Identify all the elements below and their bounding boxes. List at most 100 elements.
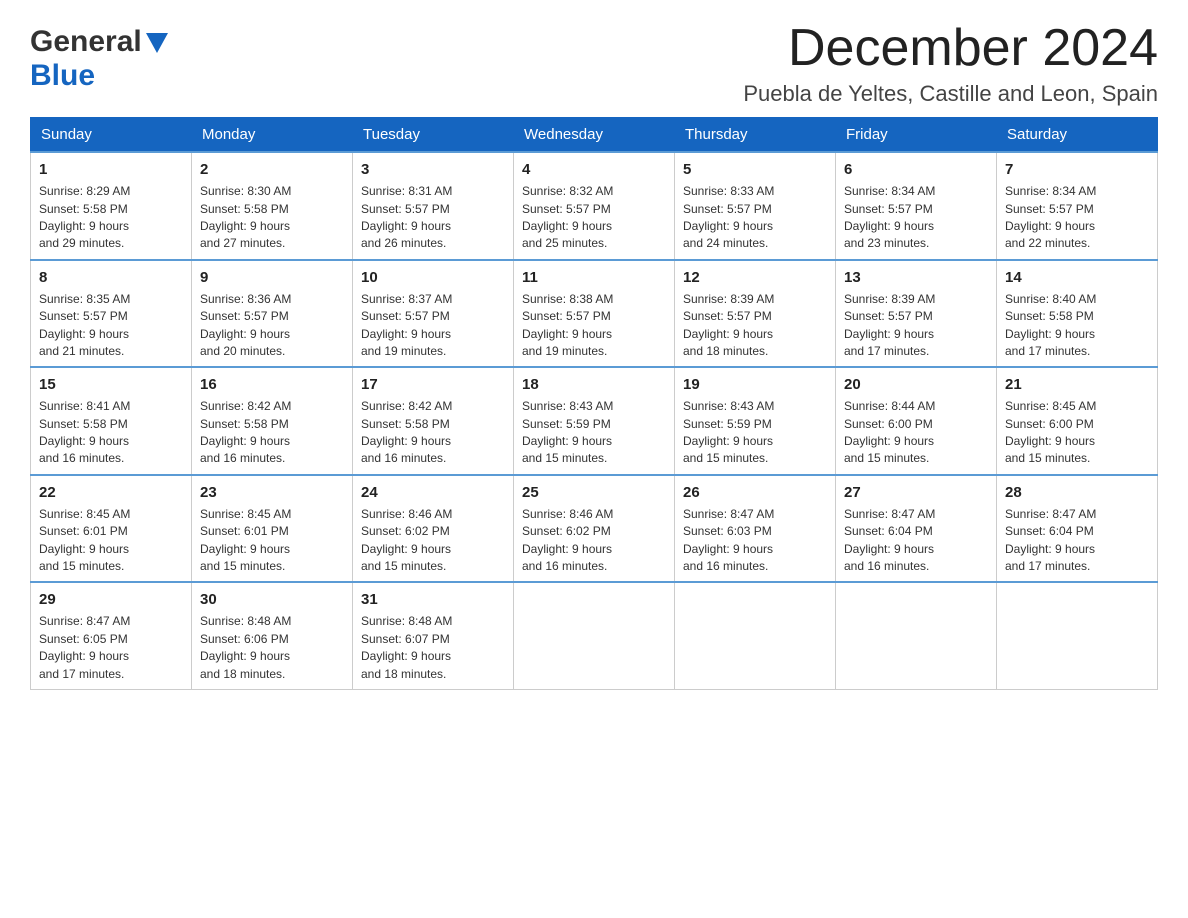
calendar-cell [836, 582, 997, 689]
day-number: 13 [844, 267, 988, 288]
calendar-cell: 24 Sunrise: 8:46 AM Sunset: 6:02 PM Dayl… [353, 475, 514, 583]
day-info: Sunrise: 8:46 AM Sunset: 6:02 PM Dayligh… [361, 506, 505, 576]
day-info: Sunrise: 8:37 AM Sunset: 5:57 PM Dayligh… [361, 291, 505, 361]
calendar-cell: 4 Sunrise: 8:32 AM Sunset: 5:57 PM Dayli… [514, 152, 675, 260]
day-number: 6 [844, 159, 988, 180]
day-info: Sunrise: 8:35 AM Sunset: 5:57 PM Dayligh… [39, 291, 183, 361]
day-info: Sunrise: 8:42 AM Sunset: 5:58 PM Dayligh… [361, 398, 505, 468]
day-number: 17 [361, 374, 505, 395]
day-number: 28 [1005, 482, 1149, 503]
calendar-cell: 27 Sunrise: 8:47 AM Sunset: 6:04 PM Dayl… [836, 475, 997, 583]
weekday-header-saturday: Saturday [997, 118, 1158, 153]
day-info: Sunrise: 8:39 AM Sunset: 5:57 PM Dayligh… [844, 291, 988, 361]
calendar-cell: 28 Sunrise: 8:47 AM Sunset: 6:04 PM Dayl… [997, 475, 1158, 583]
day-number: 22 [39, 482, 183, 503]
day-info: Sunrise: 8:43 AM Sunset: 5:59 PM Dayligh… [683, 398, 827, 468]
day-number: 2 [200, 159, 344, 180]
day-info: Sunrise: 8:48 AM Sunset: 6:06 PM Dayligh… [200, 613, 344, 683]
location-subtitle: Puebla de Yeltes, Castille and Leon, Spa… [743, 81, 1158, 107]
day-info: Sunrise: 8:40 AM Sunset: 5:58 PM Dayligh… [1005, 291, 1149, 361]
calendar-cell [514, 582, 675, 689]
day-info: Sunrise: 8:30 AM Sunset: 5:58 PM Dayligh… [200, 183, 344, 253]
calendar-cell: 2 Sunrise: 8:30 AM Sunset: 5:58 PM Dayli… [192, 152, 353, 260]
calendar-cell: 16 Sunrise: 8:42 AM Sunset: 5:58 PM Dayl… [192, 367, 353, 475]
day-info: Sunrise: 8:47 AM Sunset: 6:05 PM Dayligh… [39, 613, 183, 683]
day-info: Sunrise: 8:45 AM Sunset: 6:01 PM Dayligh… [39, 506, 183, 576]
calendar-cell: 19 Sunrise: 8:43 AM Sunset: 5:59 PM Dayl… [675, 367, 836, 475]
calendar-week-row: 29 Sunrise: 8:47 AM Sunset: 6:05 PM Dayl… [31, 582, 1158, 689]
calendar-cell: 1 Sunrise: 8:29 AM Sunset: 5:58 PM Dayli… [31, 152, 192, 260]
logo-general-row: General [30, 25, 168, 59]
weekday-header-tuesday: Tuesday [353, 118, 514, 153]
day-info: Sunrise: 8:42 AM Sunset: 5:58 PM Dayligh… [200, 398, 344, 468]
day-number: 11 [522, 267, 666, 288]
day-info: Sunrise: 8:46 AM Sunset: 6:02 PM Dayligh… [522, 506, 666, 576]
calendar-cell [997, 582, 1158, 689]
calendar-cell: 17 Sunrise: 8:42 AM Sunset: 5:58 PM Dayl… [353, 367, 514, 475]
day-number: 24 [361, 482, 505, 503]
day-info: Sunrise: 8:38 AM Sunset: 5:57 PM Dayligh… [522, 291, 666, 361]
logo-blue-text: Blue [30, 59, 95, 92]
calendar-cell: 26 Sunrise: 8:47 AM Sunset: 6:03 PM Dayl… [675, 475, 836, 583]
day-info: Sunrise: 8:34 AM Sunset: 5:57 PM Dayligh… [1005, 183, 1149, 253]
calendar-cell: 10 Sunrise: 8:37 AM Sunset: 5:57 PM Dayl… [353, 260, 514, 368]
day-info: Sunrise: 8:29 AM Sunset: 5:58 PM Dayligh… [39, 183, 183, 253]
calendar-cell: 5 Sunrise: 8:33 AM Sunset: 5:57 PM Dayli… [675, 152, 836, 260]
page-header: General Blue December 2024 Puebla de Yel… [30, 20, 1158, 107]
day-number: 30 [200, 589, 344, 610]
day-number: 31 [361, 589, 505, 610]
weekday-header-row: SundayMondayTuesdayWednesdayThursdayFrid… [31, 118, 1158, 153]
day-info: Sunrise: 8:34 AM Sunset: 5:57 PM Dayligh… [844, 183, 988, 253]
day-number: 1 [39, 159, 183, 180]
day-number: 20 [844, 374, 988, 395]
calendar-cell: 13 Sunrise: 8:39 AM Sunset: 5:57 PM Dayl… [836, 260, 997, 368]
day-number: 3 [361, 159, 505, 180]
day-number: 5 [683, 159, 827, 180]
calendar-week-row: 8 Sunrise: 8:35 AM Sunset: 5:57 PM Dayli… [31, 260, 1158, 368]
day-number: 19 [683, 374, 827, 395]
day-number: 10 [361, 267, 505, 288]
day-info: Sunrise: 8:33 AM Sunset: 5:57 PM Dayligh… [683, 183, 827, 253]
calendar-cell: 12 Sunrise: 8:39 AM Sunset: 5:57 PM Dayl… [675, 260, 836, 368]
day-info: Sunrise: 8:47 AM Sunset: 6:04 PM Dayligh… [844, 506, 988, 576]
calendar-table: SundayMondayTuesdayWednesdayThursdayFrid… [30, 117, 1158, 690]
day-number: 26 [683, 482, 827, 503]
day-number: 18 [522, 374, 666, 395]
logo-blue-row: Blue [30, 59, 95, 93]
day-info: Sunrise: 8:41 AM Sunset: 5:58 PM Dayligh… [39, 398, 183, 468]
logo-general-text: General [30, 25, 142, 59]
calendar-cell: 21 Sunrise: 8:45 AM Sunset: 6:00 PM Dayl… [997, 367, 1158, 475]
weekday-header-wednesday: Wednesday [514, 118, 675, 153]
calendar-cell: 20 Sunrise: 8:44 AM Sunset: 6:00 PM Dayl… [836, 367, 997, 475]
day-info: Sunrise: 8:39 AM Sunset: 5:57 PM Dayligh… [683, 291, 827, 361]
calendar-cell: 3 Sunrise: 8:31 AM Sunset: 5:57 PM Dayli… [353, 152, 514, 260]
weekday-header-thursday: Thursday [675, 118, 836, 153]
calendar-week-row: 15 Sunrise: 8:41 AM Sunset: 5:58 PM Dayl… [31, 367, 1158, 475]
day-info: Sunrise: 8:36 AM Sunset: 5:57 PM Dayligh… [200, 291, 344, 361]
day-number: 8 [39, 267, 183, 288]
day-info: Sunrise: 8:44 AM Sunset: 6:00 PM Dayligh… [844, 398, 988, 468]
day-number: 7 [1005, 159, 1149, 180]
logo: General Blue [30, 20, 168, 93]
month-title: December 2024 [743, 20, 1158, 77]
day-number: 23 [200, 482, 344, 503]
day-number: 15 [39, 374, 183, 395]
day-info: Sunrise: 8:32 AM Sunset: 5:57 PM Dayligh… [522, 183, 666, 253]
calendar-cell [675, 582, 836, 689]
calendar-cell: 6 Sunrise: 8:34 AM Sunset: 5:57 PM Dayli… [836, 152, 997, 260]
day-number: 21 [1005, 374, 1149, 395]
calendar-week-row: 1 Sunrise: 8:29 AM Sunset: 5:58 PM Dayli… [31, 152, 1158, 260]
day-info: Sunrise: 8:43 AM Sunset: 5:59 PM Dayligh… [522, 398, 666, 468]
day-info: Sunrise: 8:45 AM Sunset: 6:01 PM Dayligh… [200, 506, 344, 576]
day-number: 14 [1005, 267, 1149, 288]
day-info: Sunrise: 8:45 AM Sunset: 6:00 PM Dayligh… [1005, 398, 1149, 468]
day-info: Sunrise: 8:47 AM Sunset: 6:03 PM Dayligh… [683, 506, 827, 576]
calendar-cell: 23 Sunrise: 8:45 AM Sunset: 6:01 PM Dayl… [192, 475, 353, 583]
calendar-cell: 22 Sunrise: 8:45 AM Sunset: 6:01 PM Dayl… [31, 475, 192, 583]
calendar-cell: 8 Sunrise: 8:35 AM Sunset: 5:57 PM Dayli… [31, 260, 192, 368]
calendar-cell: 15 Sunrise: 8:41 AM Sunset: 5:58 PM Dayl… [31, 367, 192, 475]
day-info: Sunrise: 8:47 AM Sunset: 6:04 PM Dayligh… [1005, 506, 1149, 576]
calendar-cell: 11 Sunrise: 8:38 AM Sunset: 5:57 PM Dayl… [514, 260, 675, 368]
day-number: 27 [844, 482, 988, 503]
day-number: 12 [683, 267, 827, 288]
